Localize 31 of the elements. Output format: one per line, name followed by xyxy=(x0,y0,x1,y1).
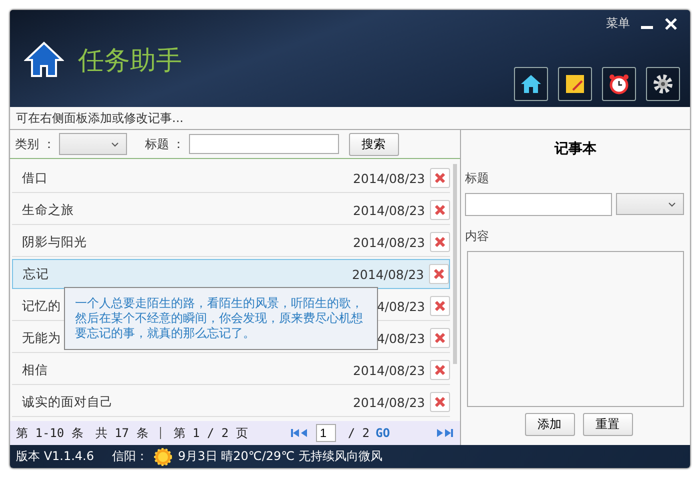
page-text: 第 1 / 2 页 xyxy=(173,424,248,442)
note-date: 2014/08/23 xyxy=(352,202,425,218)
category-label: 类别 ： xyxy=(15,136,55,152)
hint-text: 可在右侧面板添加或修改记事... xyxy=(10,107,690,130)
notepad-title: 记事本 xyxy=(553,140,598,158)
weather-text: 9月3日 晴20℃/29℃ 无持续风向微风 xyxy=(178,448,382,465)
page-total: / 2 xyxy=(348,426,370,440)
note-title: 借口 xyxy=(22,170,48,186)
note-title: 生命之旅 xyxy=(22,202,74,218)
note-date: 4/08/23 xyxy=(376,298,425,314)
app-title: 任务助手 xyxy=(78,44,182,78)
note-date: 2014/08/23 xyxy=(352,234,425,250)
note-title: 记忆的 xyxy=(22,298,61,314)
note-date: 2014/08/23 xyxy=(352,170,425,186)
note-date: 4/08/23 xyxy=(376,330,425,346)
total-text: 共 17 条 xyxy=(95,424,148,442)
note-date: 2014/08/23 xyxy=(352,362,425,378)
note-title: 相信 xyxy=(22,362,48,378)
city-text: 信阳： xyxy=(112,448,148,465)
range-text: 第 1-10 条 xyxy=(16,424,84,442)
note-title: 无能为 xyxy=(22,330,61,346)
note-title: 诚实的面对自己 xyxy=(22,394,113,410)
note-title: 阴影与阳光 xyxy=(22,234,87,250)
version-text: 版本 V1.1.4.6 xyxy=(16,448,94,465)
note-title: 忘记 xyxy=(23,266,49,282)
content-field-label: 内容 xyxy=(465,228,490,245)
note-date: 2014/08/23 xyxy=(352,394,425,410)
title-field-label: 标题 xyxy=(465,170,490,187)
note-date: 2014/08/23 xyxy=(352,266,424,282)
title-label: 标题 ： xyxy=(144,136,185,152)
tooltip: 一个人总要走陌生的路，看陌生的风景，听陌生的歌，然后在某个不经意的瞬间，你会发现，原来费尽心机想要忘记的事，就真的那么忘记了。 xyxy=(64,287,378,350)
